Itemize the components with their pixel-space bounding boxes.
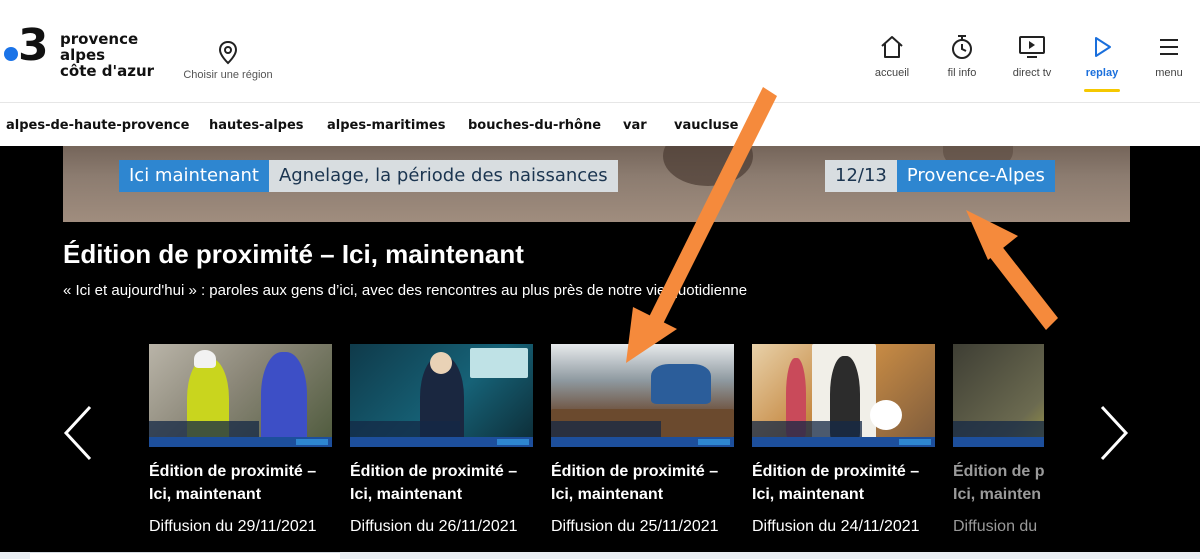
banner-chyron-right: 12/13 Provence-Alpes xyxy=(825,160,1055,192)
episode-card[interactable]: Édition de proximité – Ici, maintenant D… xyxy=(350,344,533,544)
banner-edition: 12/13 xyxy=(825,160,897,192)
nav-direct-tv[interactable]: direct tv xyxy=(998,33,1066,97)
nav-direct-tv-label: direct tv xyxy=(1012,67,1052,79)
logo-number: 3 xyxy=(18,20,49,71)
chevron-left-icon xyxy=(63,405,92,461)
program-description: « Ici et aujourd'hui » : paroles aux gen… xyxy=(63,282,748,299)
episode-title-line: Édition de p xyxy=(953,463,1044,480)
logo-line-2: alpes xyxy=(60,46,106,64)
dept-link[interactable]: hautes-alpes xyxy=(209,118,304,133)
episode-title-line: Ici, maintenant xyxy=(551,486,664,503)
logo-line-3: côte d'azur xyxy=(60,62,155,80)
episode-thumbnail xyxy=(752,344,935,447)
episode-title-line: Édition de proximité – xyxy=(752,463,920,480)
episode-title-line: Ici, maintenant xyxy=(752,486,865,503)
logo-region-name: provence alpes côte d'azur xyxy=(60,31,154,79)
hamburger-icon xyxy=(1138,33,1200,61)
nav-accueil[interactable]: accueil xyxy=(858,33,926,97)
episode-card[interactable]: Édition de proximité – Ici, maintenant D… xyxy=(551,344,734,544)
episode-title-line: Ici, maintenant xyxy=(149,486,262,503)
episode-thumbnail xyxy=(350,344,533,447)
video-banner[interactable]: Ici maintenant Agnelage, la période des … xyxy=(63,146,1130,222)
nav-fil-info[interactable]: fil info xyxy=(928,33,996,97)
episode-thumbnail xyxy=(953,344,1044,447)
episode-title: Édition de p Ici, mainten xyxy=(953,460,1044,506)
episode-card[interactable]: Édition de p Ici, mainten Diffusion du xyxy=(953,344,1044,544)
episode-title: Édition de proximité – Ici, maintenant xyxy=(149,460,332,506)
program-title: Édition de proximité – Ici, maintenant xyxy=(63,239,524,269)
banner-chyron-left: Ici maintenant Agnelage, la période des … xyxy=(119,160,618,192)
episode-title: Édition de proximité – Ici, maintenant xyxy=(350,460,533,506)
home-icon xyxy=(858,33,926,61)
chevron-right-icon xyxy=(1100,405,1129,461)
episode-thumbnail xyxy=(149,344,332,447)
dept-link[interactable]: alpes-de-haute-provence xyxy=(6,118,189,133)
episode-title-line: Édition de proximité – xyxy=(551,463,719,480)
banner-region: Provence-Alpes xyxy=(896,160,1055,192)
dept-link[interactable]: alpes-maritimes xyxy=(327,118,445,133)
episode-title-line: Ici, maintenant xyxy=(350,486,463,503)
region-selector[interactable]: Choisir une région xyxy=(178,40,278,81)
region-selector-label: Choisir une région xyxy=(183,69,273,81)
carousel-next-button[interactable] xyxy=(1094,401,1134,465)
episode-carousel: Édition de proximité – Ici, maintenant D… xyxy=(149,344,1044,544)
active-tab-indicator xyxy=(1084,89,1120,92)
nav-replay-label: replay xyxy=(1085,67,1119,79)
episode-date: Diffusion du 24/11/2021 xyxy=(752,518,920,535)
france3-logo[interactable]: 3 provence alpes côte d'azur xyxy=(4,20,154,86)
nav-menu[interactable]: menu xyxy=(1138,33,1200,97)
logo-dot xyxy=(4,47,18,61)
dept-link[interactable]: bouches-du-rhône xyxy=(468,118,601,133)
episode-card[interactable]: Édition de proximité – Ici, maintenant D… xyxy=(752,344,935,544)
logo-line-1: provence xyxy=(60,30,139,48)
episode-date: Diffusion du 29/11/2021 xyxy=(149,518,317,535)
nav-accueil-label: accueil xyxy=(874,67,910,79)
dept-link[interactable]: vaucluse xyxy=(674,118,738,133)
nav-fil-info-label: fil info xyxy=(947,67,977,79)
department-links: alpes-de-haute-provence hautes-alpes alp… xyxy=(0,104,1200,146)
episode-date: Diffusion du 25/11/2021 xyxy=(551,518,719,535)
main-nav: accueil fil info direct tv replay menu xyxy=(858,33,1200,97)
stopwatch-icon xyxy=(928,33,996,61)
episode-title-line: Édition de proximité – xyxy=(149,463,317,480)
episode-title: Édition de proximité – Ici, maintenant xyxy=(752,460,935,506)
episode-thumbnail xyxy=(551,344,734,447)
nav-menu-label: menu xyxy=(1155,67,1183,79)
site-header: 3 provence alpes côte d'azur Choisir une… xyxy=(0,0,1200,103)
banner-headline: Agnelage, la période des naissances xyxy=(268,160,618,192)
dept-link[interactable]: var xyxy=(623,118,647,133)
carousel-prev-button[interactable] xyxy=(58,401,98,465)
nav-replay[interactable]: replay xyxy=(1068,33,1136,97)
episode-title-line: Édition de proximité – xyxy=(350,463,518,480)
episode-date: Diffusion du xyxy=(953,518,1038,535)
tv-icon xyxy=(998,33,1066,61)
location-pin-icon xyxy=(216,40,240,66)
play-icon xyxy=(1068,33,1136,61)
episode-title: Édition de proximité – Ici, maintenant xyxy=(551,460,734,506)
episode-date: Diffusion du 26/11/2021 xyxy=(350,518,518,535)
horizontal-scrollbar[interactable] xyxy=(0,552,1200,559)
program-section: Ici maintenant Agnelage, la période des … xyxy=(0,146,1200,552)
banner-tag: Ici maintenant xyxy=(119,160,269,192)
episode-card[interactable]: Édition de proximité – Ici, maintenant D… xyxy=(149,344,332,544)
episode-title-line: Ici, mainten xyxy=(953,486,1042,503)
